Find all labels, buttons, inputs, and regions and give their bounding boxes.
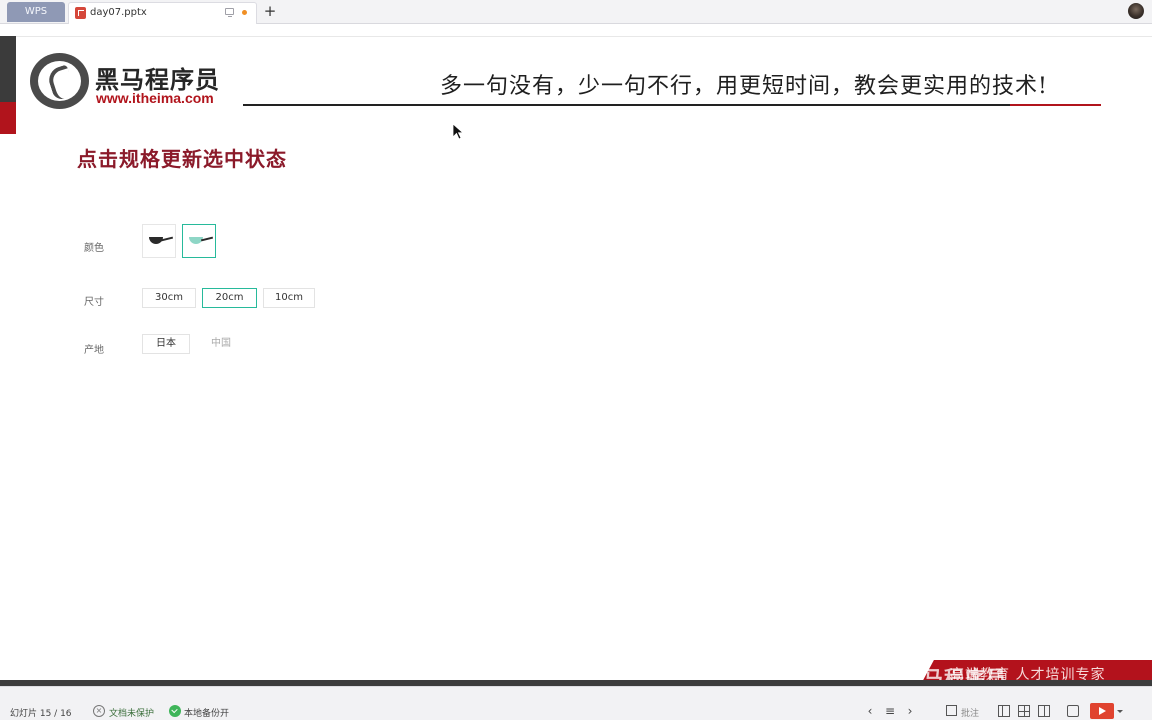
slide-title: 点击规格更新选中状态 [77,147,287,171]
slide-side-bar-dark [0,36,16,102]
slide-sorter-view-icon[interactable] [1018,705,1030,717]
color-option-mint-pan[interactable] [182,224,216,258]
presentation-file-icon [75,7,86,19]
protect-x-icon: × [93,705,105,717]
monitor-icon[interactable] [225,8,234,17]
size-option-30cm[interactable]: 30cm [142,288,196,308]
local-backup-status[interactable]: 本地备份开 [184,706,229,719]
slide-list-icon[interactable]: ≡ [884,705,896,717]
next-slide-chevron-icon[interactable]: › [904,705,916,717]
comment-icon[interactable] [946,705,957,716]
spec-label-origin: 产地 [84,345,104,356]
slide-side-bar-red [0,102,16,134]
document-tab[interactable]: day07.pptx [68,2,257,24]
slide-counter[interactable]: 幻灯片 15 / 16 [10,706,72,719]
origin-option-japan[interactable]: 日本 [142,334,190,354]
size-option-20cm[interactable]: 20cm [202,288,257,308]
origin-option-china: 中国 [197,334,245,354]
mouse-cursor-icon [452,123,464,140]
spec-label-size: 尺寸 [84,297,104,308]
notes-view-icon[interactable] [1067,705,1079,717]
spec-label-color: 颜色 [84,243,104,254]
header-rule [243,104,1101,106]
brand-logo-icon [30,53,89,109]
header-rule-accent [1010,104,1101,106]
app-window: WPS day07.pptx + 黑马程序员 www.itheima.com 多… [0,0,1152,720]
slide-slogan: 多一句没有，少一句不行，用更短时间，教会更实用的技术! [440,74,1048,99]
wps-home-tab[interactable]: WPS [7,2,65,22]
prev-slide-chevron-icon[interactable]: ‹ [864,705,876,717]
new-tab-plus-icon[interactable]: + [262,2,278,20]
play-slideshow-button[interactable] [1090,703,1114,719]
reading-view-icon[interactable] [1038,705,1050,717]
brand-url: www.itheima.com [96,90,214,106]
document-tab-title: day07.pptx [90,7,147,18]
document-protect-status[interactable]: 文档未保护 [109,706,154,719]
comment-label[interactable]: 批注 [961,706,979,719]
play-options-chevron-down-icon[interactable] [1117,710,1123,713]
user-avatar[interactable] [1128,3,1144,19]
backup-check-icon [169,705,181,717]
size-option-10cm[interactable]: 10cm [263,288,315,308]
slide-canvas[interactable] [0,36,1152,680]
tab-bar: WPS day07.pptx + [0,0,1152,24]
normal-view-icon[interactable] [998,705,1010,717]
unsaved-dot-icon [242,10,247,15]
color-option-black-pan[interactable] [142,224,176,258]
